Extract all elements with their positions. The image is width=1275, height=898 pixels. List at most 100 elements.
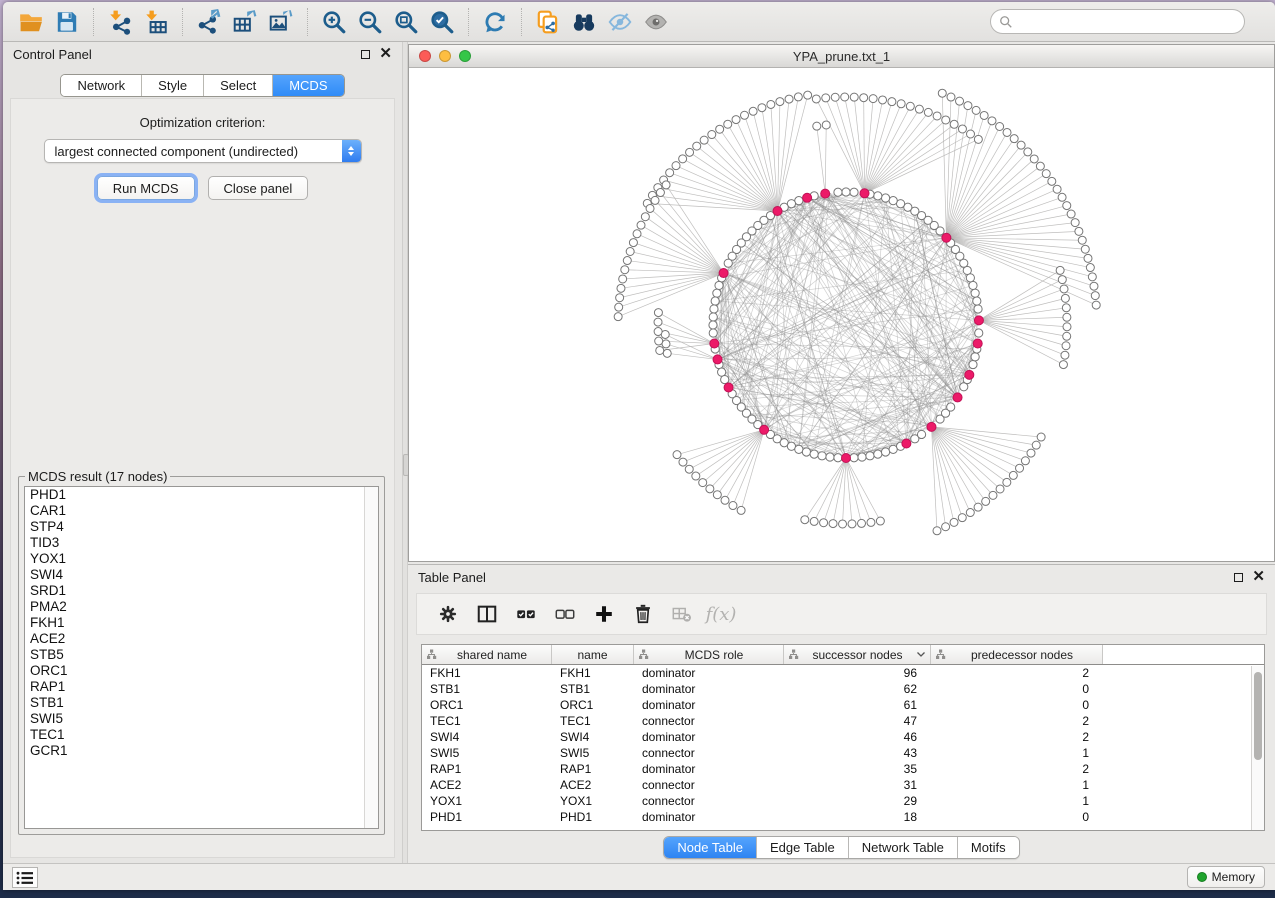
table-settings-icon[interactable]: [435, 601, 461, 627]
table-scrollbar[interactable]: [1251, 666, 1264, 830]
mcds-result-item[interactable]: RAP1: [25, 679, 378, 695]
mcds-result-item[interactable]: SRD1: [25, 583, 378, 599]
close-table-panel-icon[interactable]: ✕: [1252, 572, 1265, 582]
cell-predecessor-nodes[interactable]: 0: [931, 809, 1103, 825]
mcds-result-list[interactable]: PHD1CAR1STP4TID3YOX1SWI4SRD1PMA2FKH1ACE2…: [24, 486, 379, 829]
cell-shared-name[interactable]: ORC1: [422, 697, 552, 713]
save-session-icon[interactable]: [52, 7, 82, 37]
clone-network-icon[interactable]: [533, 7, 563, 37]
column-header-name[interactable]: name: [552, 645, 634, 664]
cell-mcds-role[interactable]: connector: [634, 745, 784, 761]
cell-successor-nodes[interactable]: 29: [784, 793, 931, 809]
mcds-result-item[interactable]: PHD1: [25, 487, 378, 503]
column-header-successor-nodes[interactable]: successor nodes: [784, 645, 931, 664]
optimization-criterion-select[interactable]: largest connected component (undirected): [44, 139, 362, 163]
add-column-icon[interactable]: [591, 601, 617, 627]
cell-successor-nodes[interactable]: 61: [784, 697, 931, 713]
tab-edge-table[interactable]: Edge Table: [757, 837, 849, 858]
cell-predecessor-nodes[interactable]: 2: [931, 761, 1103, 777]
cell-predecessor-nodes[interactable]: 2: [931, 713, 1103, 729]
open-session-icon[interactable]: [16, 7, 46, 37]
cell-name[interactable]: FKH1: [552, 665, 634, 681]
task-history-button[interactable]: [12, 867, 38, 888]
cell-predecessor-nodes[interactable]: 1: [931, 793, 1103, 809]
cell-successor-nodes[interactable]: 18: [784, 809, 931, 825]
tab-node-table[interactable]: Node Table: [664, 837, 757, 858]
table-row[interactable]: TEC1TEC1connector472: [422, 713, 1264, 729]
cell-predecessor-nodes[interactable]: 0: [931, 681, 1103, 697]
mcds-result-item[interactable]: CAR1: [25, 503, 378, 519]
cell-successor-nodes[interactable]: 62: [784, 681, 931, 697]
cell-name[interactable]: PHD1: [552, 809, 634, 825]
cell-shared-name[interactable]: FKH1: [422, 665, 552, 681]
mcds-result-item[interactable]: SWI5: [25, 711, 378, 727]
mcds-result-item[interactable]: STP4: [25, 519, 378, 535]
cell-shared-name[interactable]: SWI4: [422, 729, 552, 745]
cell-mcds-role[interactable]: connector: [634, 777, 784, 793]
network-canvas[interactable]: [409, 68, 1274, 561]
float-panel-icon[interactable]: [361, 50, 370, 59]
import-table-icon[interactable]: [141, 7, 171, 37]
cell-name[interactable]: RAP1: [552, 761, 634, 777]
delete-columns-icon[interactable]: [630, 601, 656, 627]
mcds-result-item[interactable]: TID3: [25, 535, 378, 551]
cell-predecessor-nodes[interactable]: 1: [931, 777, 1103, 793]
function-builder-icon[interactable]: f(x): [708, 601, 734, 627]
tab-network[interactable]: Network: [61, 75, 142, 96]
search-binoculars-icon[interactable]: [569, 7, 599, 37]
refresh-view-icon[interactable]: [480, 7, 510, 37]
cell-mcds-role[interactable]: connector: [634, 713, 784, 729]
show-all-icon[interactable]: [641, 7, 671, 37]
export-table-icon[interactable]: [230, 7, 260, 37]
tab-select[interactable]: Select: [204, 75, 273, 96]
table-row[interactable]: RAP1RAP1dominator352: [422, 761, 1264, 777]
float-table-panel-icon[interactable]: [1234, 573, 1243, 582]
delete-table-icon[interactable]: [669, 601, 695, 627]
tab-style[interactable]: Style: [142, 75, 204, 96]
cell-predecessor-nodes[interactable]: 2: [931, 665, 1103, 681]
column-header-shared-name[interactable]: shared name: [422, 645, 552, 664]
mcds-result-item[interactable]: PMA2: [25, 599, 378, 615]
mcds-result-item[interactable]: TEC1: [25, 727, 378, 743]
cell-name[interactable]: STB1: [552, 681, 634, 697]
cell-successor-nodes[interactable]: 47: [784, 713, 931, 729]
cell-mcds-role[interactable]: dominator: [634, 809, 784, 825]
column-header-predecessor-nodes[interactable]: predecessor nodes: [931, 645, 1103, 664]
table-row[interactable]: PHD1PHD1dominator180: [422, 809, 1264, 825]
cell-shared-name[interactable]: RAP1: [422, 761, 552, 777]
cell-name[interactable]: TEC1: [552, 713, 634, 729]
node-table[interactable]: shared namenameMCDS rolesuccessor nodesp…: [421, 644, 1265, 831]
cell-successor-nodes[interactable]: 96: [784, 665, 931, 681]
zoom-out-icon[interactable]: [355, 7, 385, 37]
table-scrollbar-thumb[interactable]: [1254, 672, 1262, 760]
zoom-selected-icon[interactable]: [427, 7, 457, 37]
close-panel-icon[interactable]: ✕: [379, 49, 392, 59]
cell-name[interactable]: YOX1: [552, 793, 634, 809]
cell-mcds-role[interactable]: dominator: [634, 729, 784, 745]
cell-successor-nodes[interactable]: 35: [784, 761, 931, 777]
network-graph[interactable]: [409, 68, 1274, 561]
cell-predecessor-nodes[interactable]: 2: [931, 729, 1103, 745]
cell-successor-nodes[interactable]: 46: [784, 729, 931, 745]
tab-motifs[interactable]: Motifs: [958, 837, 1019, 858]
table-row[interactable]: ACE2ACE2connector311: [422, 777, 1264, 793]
mcds-result-item[interactable]: GCR1: [25, 743, 378, 759]
cell-shared-name[interactable]: SWI5: [422, 745, 552, 761]
cell-successor-nodes[interactable]: 43: [784, 745, 931, 761]
mcds-result-item[interactable]: ACE2: [25, 631, 378, 647]
mcds-result-item[interactable]: STB5: [25, 647, 378, 663]
cell-predecessor-nodes[interactable]: 1: [931, 745, 1103, 761]
select-all-icon[interactable]: [513, 601, 539, 627]
mcds-result-item[interactable]: ORC1: [25, 663, 378, 679]
show-columns-icon[interactable]: [474, 601, 500, 627]
cell-shared-name[interactable]: ACE2: [422, 777, 552, 793]
cell-name[interactable]: ACE2: [552, 777, 634, 793]
tab-network-table[interactable]: Network Table: [849, 837, 958, 858]
zoom-in-icon[interactable]: [319, 7, 349, 37]
table-row[interactable]: FKH1FKH1dominator962: [422, 665, 1264, 681]
table-row[interactable]: STB1STB1dominator620: [422, 681, 1264, 697]
table-row[interactable]: SWI5SWI5connector431: [422, 745, 1264, 761]
export-image-icon[interactable]: [266, 7, 296, 37]
mcds-list-scrollbar[interactable]: [364, 487, 378, 828]
cell-successor-nodes[interactable]: 31: [784, 777, 931, 793]
